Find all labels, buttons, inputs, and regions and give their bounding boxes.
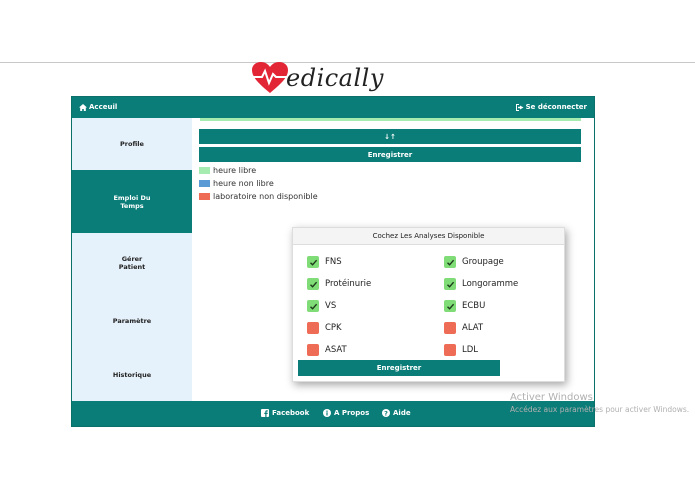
logout-link[interactable]: Se déconnecter: [515, 103, 587, 111]
facebook-icon: [261, 409, 269, 417]
checkbox-longoramme[interactable]: Longoramme: [444, 278, 518, 290]
legend-swatch: [199, 180, 210, 187]
home-link[interactable]: Acceuil: [79, 103, 117, 111]
page: edically Acceuil Se déconnecter Profile …: [0, 0, 695, 494]
checkbox-label: LDL: [462, 345, 479, 355]
checkbox-proteinurie[interactable]: Protéinurie: [307, 278, 371, 290]
sidebar-item-label: Historique: [112, 370, 152, 379]
checkbox-label: Longoramme: [462, 279, 519, 289]
home-icon: [79, 103, 87, 111]
sidebar-item-label: Paramètre: [112, 316, 152, 325]
checkbox-label: ASAT: [325, 345, 347, 355]
sidebar-item-parametre[interactable]: Paramètre: [72, 293, 192, 348]
checkbox-vs[interactable]: VS: [307, 300, 336, 312]
checkbox-asat[interactable]: ASAT: [307, 344, 347, 356]
sign-out-icon: [515, 103, 524, 111]
sidebar-item-emploi-du-temps[interactable]: Emploi Du Temps: [72, 170, 192, 233]
checkbox-fns[interactable]: FNS: [307, 256, 342, 268]
heart-pulse-icon: [252, 62, 288, 93]
legend-item-busy: heure non libre: [199, 179, 274, 188]
legend-item-unavailable: laboratoire non disponible: [199, 192, 318, 201]
sort-button[interactable]: ↓↑: [199, 129, 581, 144]
legend-swatch: [199, 193, 210, 200]
question-icon: ?: [382, 409, 390, 417]
checkbox-label: VS: [325, 301, 337, 311]
save-analyses-button[interactable]: Enregistrer: [298, 360, 500, 376]
unchecked-box-icon: [307, 344, 319, 356]
legend-item-free: heure libre: [199, 166, 256, 175]
sidebar-item-gerer-patient[interactable]: Gérer Patient: [72, 233, 192, 293]
legend-label: heure non libre: [213, 179, 274, 188]
check-icon: [307, 278, 319, 290]
checkbox-groupage[interactable]: Groupage: [444, 256, 504, 268]
home-label: Acceuil: [89, 103, 118, 111]
checkbox-cpk[interactable]: CPK: [307, 322, 342, 334]
about-link[interactable]: A Propos: [323, 409, 369, 417]
sidebar-item-profile[interactable]: Profile: [72, 118, 192, 170]
svg-text:?: ?: [384, 409, 388, 417]
header: Acceuil Se déconnecter: [72, 97, 594, 118]
check-icon: [307, 300, 319, 312]
info-icon: [323, 409, 331, 417]
schedule-strip: [200, 118, 581, 121]
help-link[interactable]: ? Aide: [382, 409, 411, 417]
watermark-subtitle: Accédez aux paramètres pour activer Wind…: [510, 405, 690, 414]
sidebar-item-label: Emploi Du Temps: [113, 193, 151, 210]
check-icon: [444, 300, 456, 312]
watermark-title: Activer Windows: [510, 392, 593, 403]
save-analyses-label: Enregistrer: [376, 364, 422, 372]
logo-text: edically: [286, 64, 384, 92]
about-label: A Propos: [334, 409, 370, 417]
analyses-modal: Cochez Les Analyses Disponible FNS Group…: [292, 227, 565, 382]
logo: edically: [250, 60, 384, 96]
checkbox-label: ECBU: [462, 301, 486, 311]
sidebar-item-label: Gérer Patient: [118, 255, 146, 271]
sidebar-item-label: Profile: [120, 140, 144, 148]
checkbox-ecbu[interactable]: ECBU: [444, 300, 485, 312]
sort-icon: ↓↑: [384, 132, 396, 141]
legend-label: heure libre: [213, 166, 257, 175]
unchecked-box-icon: [444, 322, 456, 334]
checkbox-alat[interactable]: ALAT: [444, 322, 483, 334]
sidebar-item-historique[interactable]: Historique: [72, 348, 192, 401]
facebook-label: Facebook: [272, 409, 310, 417]
legend-swatch: [199, 167, 210, 174]
sidebar: Profile Emploi Du Temps Gérer Patient Pa…: [72, 118, 192, 401]
checkbox-label: FNS: [325, 257, 342, 267]
checkbox-ldl[interactable]: LDL: [444, 344, 478, 356]
windows-activation-watermark: Activer Windows Accédez aux paramètres p…: [510, 392, 689, 414]
save-schedule-label: Enregistrer: [367, 150, 413, 159]
check-icon: [444, 278, 456, 290]
logout-label: Se déconnecter: [525, 103, 587, 111]
facebook-link[interactable]: Facebook: [261, 409, 309, 417]
checkbox-label: Groupage: [462, 257, 504, 267]
help-label: Aide: [393, 409, 411, 417]
check-icon: [444, 256, 456, 268]
legend-label: laboratoire non disponible: [213, 192, 318, 201]
modal-title: Cochez Les Analyses Disponible: [293, 228, 564, 245]
unchecked-box-icon: [307, 322, 319, 334]
unchecked-box-icon: [444, 344, 456, 356]
checkbox-label: CPK: [325, 323, 342, 333]
checkbox-label: ALAT: [462, 323, 484, 333]
save-schedule-button[interactable]: Enregistrer: [199, 147, 581, 162]
checkbox-label: Protéinurie: [325, 279, 372, 289]
check-icon: [307, 256, 319, 268]
